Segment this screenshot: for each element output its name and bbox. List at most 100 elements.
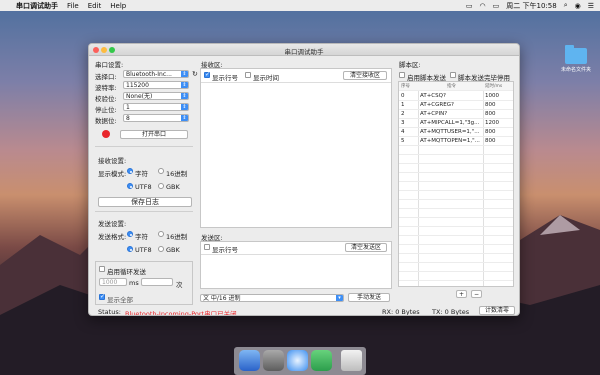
table-row[interactable] xyxy=(399,182,513,191)
receive-utf8-label: UTF8 xyxy=(135,183,152,191)
table-row[interactable] xyxy=(399,218,513,227)
menu-help[interactable]: Help xyxy=(110,2,126,10)
remove-script-row-button[interactable]: − xyxy=(471,290,482,298)
send-char-radio[interactable] xyxy=(127,231,133,237)
clear-send-button[interactable]: 清空发送区 xyxy=(345,243,387,252)
table-row[interactable] xyxy=(399,146,513,155)
receive-utf8-radio[interactable] xyxy=(127,183,133,189)
divider xyxy=(95,211,193,212)
script-stop-after-checkbox[interactable] xyxy=(450,72,456,78)
table-row[interactable] xyxy=(399,272,513,281)
send-utf8-radio[interactable] xyxy=(127,246,133,252)
send-encoding-select[interactable]: 文 中/16 进制 ▾ xyxy=(200,294,344,302)
send-char-label: 字符 xyxy=(135,233,148,241)
show-all-checkbox[interactable] xyxy=(99,293,105,300)
receive-hex-radio[interactable] xyxy=(158,168,164,174)
loop-interval-input[interactable]: 1000 xyxy=(99,278,127,286)
serial-debug-app-icon[interactable] xyxy=(311,350,332,371)
menu-edit[interactable]: Edit xyxy=(88,2,102,10)
table-row[interactable] xyxy=(399,164,513,173)
send-hex-label: 16进制 xyxy=(166,233,188,241)
table-row[interactable]: 3 AT+MIPCALL=1,"3g... 1200 xyxy=(399,119,513,128)
baud-select-value: 115200 xyxy=(126,82,149,89)
save-log-button[interactable]: 保存日志 xyxy=(98,197,192,207)
finder-icon[interactable] xyxy=(239,350,260,371)
chevron-updown-icon: ⇕ xyxy=(181,115,188,121)
send-line-no-label: 显示行号 xyxy=(212,246,238,254)
table-row[interactable] xyxy=(399,173,513,182)
chevron-updown-icon: ⇕ xyxy=(181,82,188,88)
receive-line-no-checkbox[interactable] xyxy=(204,71,210,78)
send-hex-radio[interactable] xyxy=(158,231,164,237)
battery-icon[interactable]: ▭ xyxy=(493,2,500,10)
row-index: 4 xyxy=(401,129,405,135)
table-row[interactable] xyxy=(399,245,513,254)
search-icon[interactable]: ⌕ xyxy=(564,1,568,10)
safari-icon[interactable] xyxy=(287,350,308,371)
receive-gbk-radio[interactable] xyxy=(158,183,164,189)
table-row[interactable] xyxy=(399,263,513,272)
table-row[interactable] xyxy=(399,200,513,209)
menu-app-name[interactable]: 串口调试助手 xyxy=(16,1,58,11)
send-line-no-checkbox[interactable] xyxy=(204,244,210,250)
send-gbk-radio[interactable] xyxy=(158,246,164,252)
data-bits-select[interactable]: 8 ⇕ xyxy=(123,114,189,122)
table-row[interactable] xyxy=(399,209,513,218)
row-delay: 800 xyxy=(485,129,496,135)
table-row[interactable]: 1 AT+CGREG? 800 xyxy=(399,101,513,110)
row-delay: 800 xyxy=(485,138,496,144)
add-script-row-button[interactable]: + xyxy=(456,290,467,298)
row-index: 3 xyxy=(401,120,405,126)
port-select[interactable]: Bluetooth-Inc... ⇕ xyxy=(123,70,189,78)
table-row[interactable]: 5 AT+MQTTOPEN=1,"... 800 xyxy=(399,137,513,146)
system-preferences-icon[interactable] xyxy=(263,350,284,371)
reset-counter-button[interactable]: 计数清零 xyxy=(479,306,515,315)
col-header-index[interactable]: 序号 xyxy=(401,82,418,91)
trash-icon[interactable] xyxy=(341,350,362,371)
window-titlebar[interactable]: 串口调试助手 xyxy=(89,44,519,56)
parity-select[interactable]: None(无) ⇕ xyxy=(123,92,189,100)
table-row[interactable] xyxy=(399,191,513,200)
receive-char-radio[interactable] xyxy=(127,168,133,174)
row-command: AT+CPIN? xyxy=(420,111,448,117)
menubar-clock[interactable]: 周二 下午10:58 xyxy=(506,1,556,11)
window-title: 串口调试助手 xyxy=(284,48,324,56)
table-row[interactable]: 0 AT+CSQ? 1000 xyxy=(399,92,513,101)
row-index: 0 xyxy=(401,93,405,99)
row-index: 1 xyxy=(401,102,405,108)
table-row[interactable]: 2 AT+CPIN? 800 xyxy=(399,110,513,119)
stop-bits-select[interactable]: 1 ⇕ xyxy=(123,103,189,111)
receive-area[interactable] xyxy=(200,68,392,228)
table-row[interactable] xyxy=(399,236,513,245)
loop-count-input[interactable] xyxy=(141,278,173,286)
desktop-folder[interactable]: 未命名文件夹 xyxy=(560,45,592,73)
table-row[interactable]: 4 AT+MQTTUSER=1,"... 800 xyxy=(399,128,513,137)
receive-settings-heading: 接收设置: xyxy=(98,157,127,165)
wifi-icon[interactable]: ◠ xyxy=(480,2,486,10)
table-row[interactable] xyxy=(399,254,513,263)
parity-label: 校验位: xyxy=(95,95,117,103)
receive-show-time-checkbox[interactable] xyxy=(245,72,251,78)
data-bits-select-value: 8 xyxy=(126,115,130,122)
loop-send-checkbox[interactable] xyxy=(99,266,105,272)
siri-icon[interactable]: ◉ xyxy=(575,2,581,10)
baud-select[interactable]: 115200 ⇕ xyxy=(123,81,189,89)
table-row[interactable] xyxy=(399,155,513,164)
menu-file[interactable]: File xyxy=(67,2,79,10)
col-header-delay[interactable]: 延时/ms xyxy=(485,82,513,91)
manual-send-button[interactable]: 手动发送 xyxy=(348,293,390,302)
table-row[interactable] xyxy=(399,227,513,236)
script-table[interactable]: 序号 指令 延时/ms 0 AT+CSQ? 1000 1 AT+CGREG? 8… xyxy=(398,81,514,287)
loop-interval-unit: ms xyxy=(129,279,139,287)
port-label: 选择口: xyxy=(95,73,117,81)
receive-show-time-label: 显示时间 xyxy=(253,74,279,82)
script-enable-checkbox[interactable] xyxy=(399,72,405,78)
show-all-label: 显示全部 xyxy=(107,296,133,304)
open-port-button[interactable]: 打开串口 xyxy=(120,130,188,139)
status-value: Bluetooth-Incoming-Port串口已关闭 xyxy=(125,310,237,316)
refresh-icon[interactable]: ↻ xyxy=(192,70,198,78)
clear-receive-button[interactable]: 清空接收区 xyxy=(343,71,387,80)
col-header-command[interactable]: 指令 xyxy=(420,82,483,91)
notification-center-icon[interactable]: ☰ xyxy=(588,2,594,10)
screen-share-icon[interactable]: ▭ xyxy=(466,2,473,10)
